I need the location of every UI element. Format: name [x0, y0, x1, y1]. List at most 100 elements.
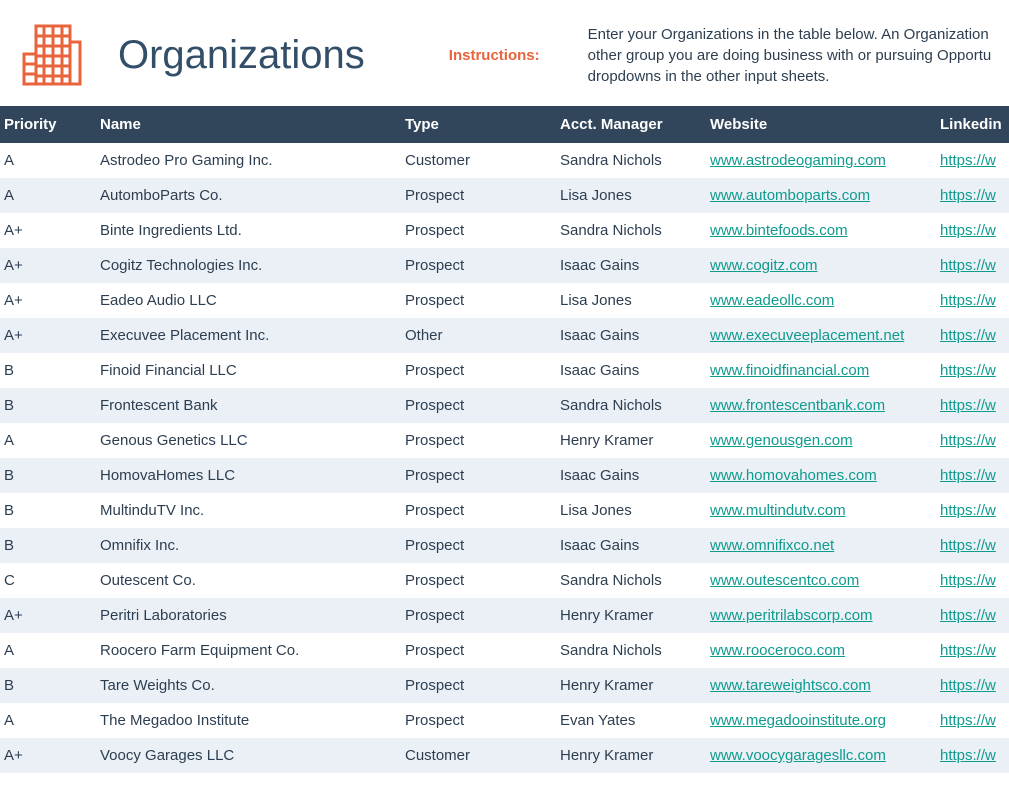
cell-website[interactable]: www.rooceroco.com [710, 633, 940, 668]
cell-website[interactable]: www.eadeollc.com [710, 283, 940, 318]
cell-name[interactable]: Peritri Laboratories [100, 598, 405, 633]
table-row[interactable]: BOmnifix Inc.ProspectIsaac Gainswww.omni… [0, 528, 1009, 563]
cell-name[interactable]: Omnifix Inc. [100, 528, 405, 563]
cell-priority[interactable]: B [0, 668, 100, 703]
cell-manager[interactable]: Isaac Gains [560, 353, 710, 388]
linkedin-link[interactable]: https://w [940, 537, 996, 554]
cell-website[interactable]: www.tareweightsco.com [710, 668, 940, 703]
linkedin-link[interactable]: https://w [940, 327, 996, 344]
cell-priority[interactable]: A+ [0, 598, 100, 633]
cell-manager[interactable]: Isaac Gains [560, 458, 710, 493]
col-type[interactable]: Type [405, 106, 560, 143]
cell-name[interactable]: The Megadoo Institute [100, 703, 405, 738]
cell-type[interactable]: Prospect [405, 493, 560, 528]
cell-website[interactable]: www.multindutv.com [710, 493, 940, 528]
cell-name[interactable]: Outescent Co. [100, 563, 405, 598]
website-link[interactable]: www.outescentco.com [710, 572, 859, 589]
cell-linkedin[interactable]: https://w [940, 703, 1009, 738]
website-link[interactable]: www.astrodeogaming.com [710, 152, 886, 169]
cell-manager[interactable]: Isaac Gains [560, 248, 710, 283]
cell-type[interactable]: Prospect [405, 353, 560, 388]
cell-website[interactable]: www.execuveeplacement.net [710, 318, 940, 353]
table-row[interactable]: AThe Megadoo InstituteProspectEvan Yates… [0, 703, 1009, 738]
cell-linkedin[interactable]: https://w [940, 213, 1009, 248]
cell-linkedin[interactable]: https://w [940, 633, 1009, 668]
cell-type[interactable]: Prospect [405, 703, 560, 738]
table-row[interactable]: BMultinduTV Inc.ProspectLisa Joneswww.mu… [0, 493, 1009, 528]
cell-manager[interactable]: Evan Yates [560, 703, 710, 738]
table-row[interactable]: ARoocero Farm Equipment Co.ProspectSandr… [0, 633, 1009, 668]
cell-priority[interactable]: A+ [0, 318, 100, 353]
col-manager[interactable]: Acct. Manager [560, 106, 710, 143]
cell-name[interactable]: Finoid Financial LLC [100, 353, 405, 388]
cell-priority[interactable]: C [0, 563, 100, 598]
cell-priority[interactable]: B [0, 493, 100, 528]
cell-manager[interactable]: Sandra Nichols [560, 563, 710, 598]
cell-linkedin[interactable]: https://w [940, 178, 1009, 213]
linkedin-link[interactable]: https://w [940, 222, 996, 239]
cell-name[interactable]: Cogitz Technologies Inc. [100, 248, 405, 283]
cell-priority[interactable]: B [0, 388, 100, 423]
website-link[interactable]: www.homovahomes.com [710, 467, 877, 484]
cell-name[interactable]: Binte Ingredients Ltd. [100, 213, 405, 248]
cell-linkedin[interactable]: https://w [940, 248, 1009, 283]
cell-type[interactable]: Other [405, 318, 560, 353]
website-link[interactable]: www.voocygaragesllc.com [710, 747, 886, 764]
cell-manager[interactable]: Sandra Nichols [560, 213, 710, 248]
cell-manager[interactable]: Lisa Jones [560, 178, 710, 213]
website-link[interactable]: www.execuveeplacement.net [710, 327, 904, 344]
cell-priority[interactable]: A+ [0, 248, 100, 283]
cell-name[interactable]: Execuvee Placement Inc. [100, 318, 405, 353]
linkedin-link[interactable]: https://w [940, 642, 996, 659]
website-link[interactable]: www.rooceroco.com [710, 642, 845, 659]
cell-website[interactable]: www.finoidfinancial.com [710, 353, 940, 388]
website-link[interactable]: www.genousgen.com [710, 432, 853, 449]
cell-name[interactable]: Astrodeo Pro Gaming Inc. [100, 143, 405, 178]
cell-linkedin[interactable]: https://w [940, 563, 1009, 598]
cell-linkedin[interactable]: https://w [940, 388, 1009, 423]
cell-type[interactable]: Prospect [405, 528, 560, 563]
cell-linkedin[interactable]: https://w [940, 598, 1009, 633]
table-row[interactable]: BFinoid Financial LLCProspectIsaac Gains… [0, 353, 1009, 388]
table-row[interactable]: A+Peritri LaboratoriesProspectHenry Kram… [0, 598, 1009, 633]
cell-type[interactable]: Prospect [405, 283, 560, 318]
cell-priority[interactable]: A [0, 423, 100, 458]
cell-linkedin[interactable]: https://w [940, 528, 1009, 563]
cell-website[interactable]: www.voocygaragesllc.com [710, 738, 940, 773]
cell-manager[interactable]: Isaac Gains [560, 528, 710, 563]
cell-name[interactable]: Voocy Garages LLC [100, 738, 405, 773]
linkedin-link[interactable]: https://w [940, 572, 996, 589]
cell-priority[interactable]: A [0, 703, 100, 738]
col-priority[interactable]: Priority [0, 106, 100, 143]
linkedin-link[interactable]: https://w [940, 712, 996, 729]
linkedin-link[interactable]: https://w [940, 257, 996, 274]
cell-priority[interactable]: A+ [0, 213, 100, 248]
cell-website[interactable]: www.cogitz.com [710, 248, 940, 283]
linkedin-link[interactable]: https://w [940, 362, 996, 379]
col-name[interactable]: Name [100, 106, 405, 143]
linkedin-link[interactable]: https://w [940, 152, 996, 169]
cell-type[interactable]: Prospect [405, 248, 560, 283]
cell-name[interactable]: Eadeo Audio LLC [100, 283, 405, 318]
linkedin-link[interactable]: https://w [940, 467, 996, 484]
cell-manager[interactable]: Lisa Jones [560, 283, 710, 318]
cell-type[interactable]: Prospect [405, 458, 560, 493]
website-link[interactable]: www.cogitz.com [710, 257, 818, 274]
cell-linkedin[interactable]: https://w [940, 143, 1009, 178]
table-row[interactable]: BHomovaHomes LLCProspectIsaac Gainswww.h… [0, 458, 1009, 493]
cell-name[interactable]: Tare Weights Co. [100, 668, 405, 703]
cell-website[interactable]: www.astrodeogaming.com [710, 143, 940, 178]
cell-manager[interactable]: Sandra Nichols [560, 388, 710, 423]
cell-linkedin[interactable]: https://w [940, 423, 1009, 458]
cell-type[interactable]: Prospect [405, 423, 560, 458]
cell-name[interactable]: Frontescent Bank [100, 388, 405, 423]
table-row[interactable]: AGenous Genetics LLCProspectHenry Kramer… [0, 423, 1009, 458]
cell-linkedin[interactable]: https://w [940, 458, 1009, 493]
website-link[interactable]: www.bintefoods.com [710, 222, 848, 239]
table-row[interactable]: A+Voocy Garages LLCCustomerHenry Kramerw… [0, 738, 1009, 773]
table-row[interactable]: A+Execuvee Placement Inc.OtherIsaac Gain… [0, 318, 1009, 353]
cell-priority[interactable]: A+ [0, 738, 100, 773]
linkedin-link[interactable]: https://w [940, 747, 996, 764]
cell-manager[interactable]: Sandra Nichols [560, 633, 710, 668]
cell-type[interactable]: Customer [405, 143, 560, 178]
